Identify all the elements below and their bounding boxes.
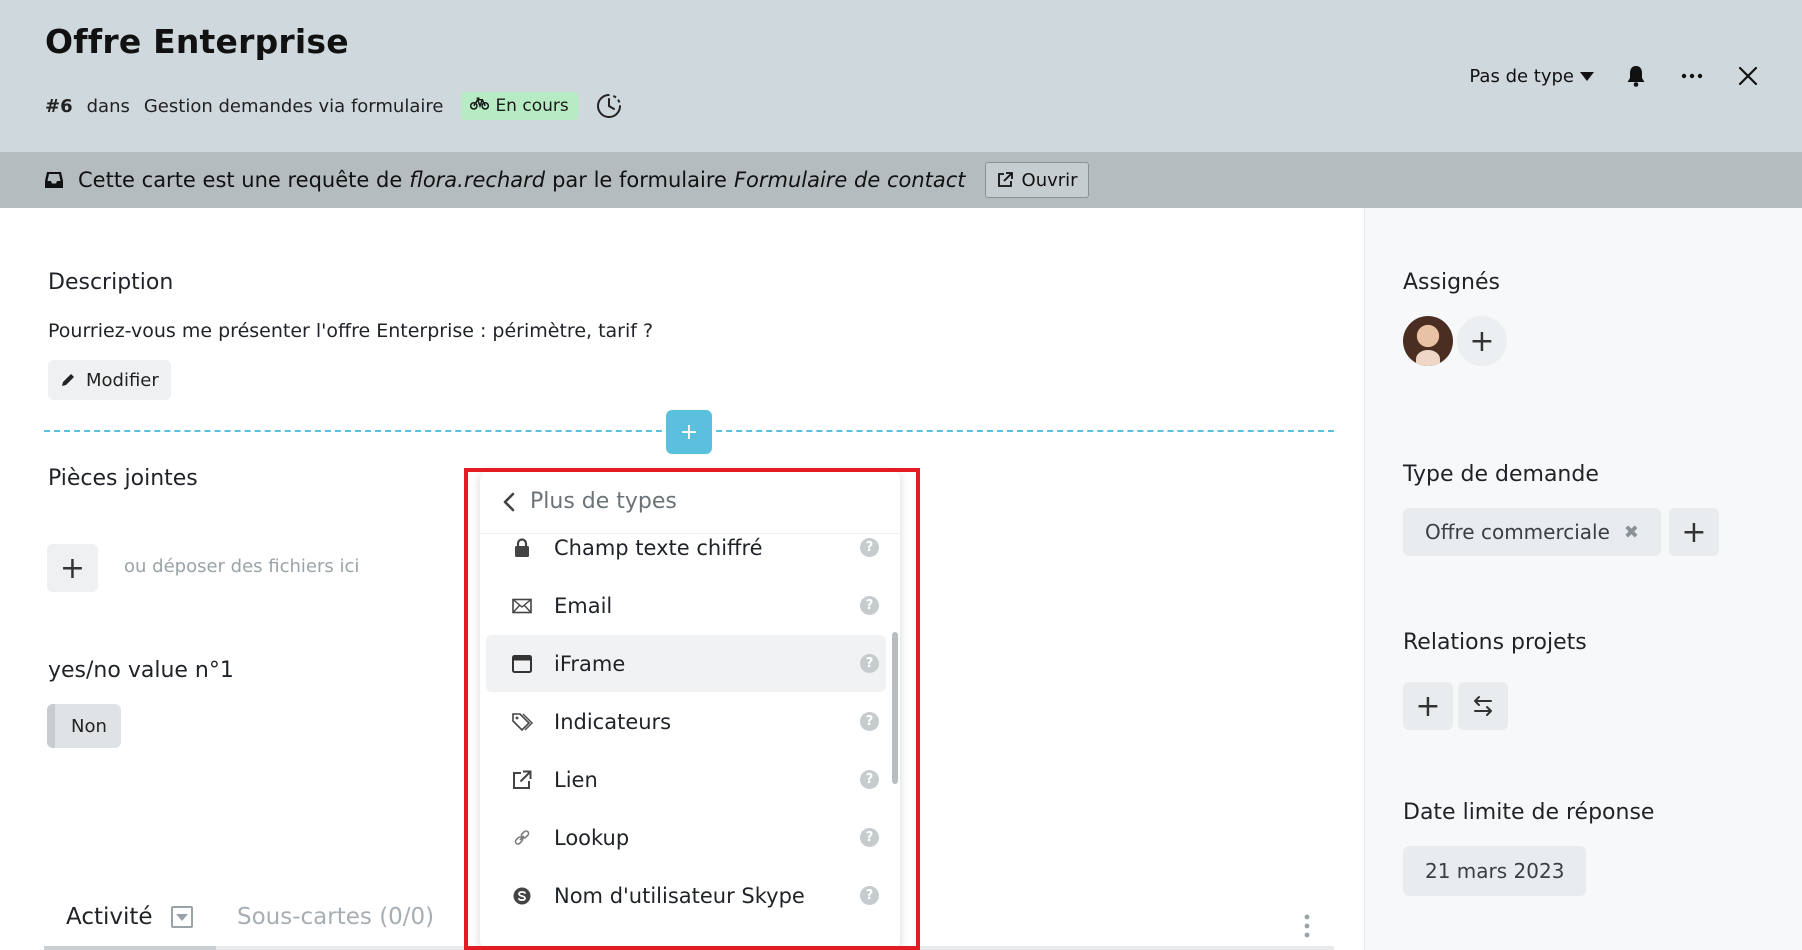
help-icon[interactable]: ? [860,886,879,905]
deadline-title: Date limite de réponse [1403,800,1655,825]
more-vertical-icon[interactable] [1302,912,1312,940]
status-badge[interactable]: En cours [461,92,578,120]
open-form-button[interactable]: Ouvrir [984,162,1089,198]
card-header: Offre Enterprise #6 dans Gestion demande… [0,0,1802,152]
window-icon [510,652,534,676]
attachments-title: Pièces jointes [48,466,198,491]
pencil-icon [62,374,74,386]
help-icon[interactable]: ? [860,828,879,847]
field-type-indicators[interactable]: Indicateurs ? [486,693,886,750]
card-meta: #6 dans Gestion demandes via formulaire … [45,88,624,124]
more-types-back-button[interactable]: Plus de types [480,470,900,534]
external-link-icon [997,172,1013,187]
more-horizontal-icon[interactable] [1678,62,1706,90]
remove-tag-icon[interactable]: ✖ [1624,522,1639,543]
help-icon[interactable]: ? [860,538,879,557]
caret-down-icon [1580,71,1594,81]
help-icon[interactable]: ? [860,770,879,789]
card-type-label: Pas de type [1469,65,1574,87]
field-type-email[interactable]: Email ? [486,577,886,634]
banner-prefix: Cette carte est une requête de [78,168,403,192]
description-text: Pourriez-vous me présenter l'offre Enter… [48,320,654,342]
envelope-icon [510,594,534,618]
arrows-exchange-icon [1474,696,1492,716]
field-type-dropdown: Plus de types Champ texte chiffré ? Emai… [480,470,900,950]
attachments-drop-hint: ou déposer des fichiers ici [124,556,360,577]
banner-middle: par le formulaire [552,168,727,192]
tags-icon [510,710,534,734]
board-link[interactable]: Gestion demandes via formulaire [144,96,444,117]
tab-activity[interactable]: Activité [66,904,193,930]
link-relation-button[interactable] [1458,682,1508,730]
help-icon[interactable]: ? [860,712,879,731]
field-type-lookup[interactable]: Lookup ? [486,809,886,866]
field-type-label: Champ texte chiffré [554,535,763,560]
yes-no-toggle[interactable]: Non [47,704,121,748]
chevron-left-icon [503,492,515,511]
field-type-label: Lien [554,767,598,792]
description-title: Description [48,270,174,295]
toggle-knob [47,704,55,748]
avatar[interactable] [1403,316,1453,366]
yes-no-value: Non [71,715,107,737]
help-icon[interactable]: ? [860,654,879,673]
add-assignee-button[interactable]: + [1457,316,1507,366]
card-sidebar: Assignés + Type de demande Offre commerc… [1364,208,1802,950]
yes-no-field-title: yes/no value n°1 [48,658,234,683]
card-title[interactable]: Offre Enterprise [45,22,349,61]
assignees-title: Assignés [1403,270,1500,295]
field-type-list: Champ texte chiffré ? Email ? iFrame ? I… [480,534,900,950]
skype-icon [510,884,534,908]
close-icon[interactable] [1734,62,1762,90]
tab-subcards[interactable]: Sous-cartes (0/0) [237,904,434,930]
tab-activity-label: Activité [66,904,153,930]
field-type-encrypted-text[interactable]: Champ texte chiffré ? [486,534,886,576]
add-relation-button[interactable]: + [1403,682,1453,730]
field-type-link[interactable]: Lien ? [486,751,886,808]
lock-icon [510,536,534,560]
field-type-label: Nom d'utilisateur Skype [554,883,805,908]
activity-filter-dropdown-icon[interactable] [170,906,193,928]
header-actions: Pas de type [1469,58,1762,94]
field-type-label: Email [554,593,613,618]
history-clock-icon[interactable] [594,91,624,121]
in-label: dans [86,95,130,117]
modify-description-button[interactable]: Modifier [48,360,171,400]
request-type-title: Type de demande [1403,462,1599,487]
add-attachment-button[interactable]: + [47,544,98,592]
field-type-label: iFrame [554,651,626,676]
bell-icon[interactable] [1622,62,1650,90]
field-type-iframe[interactable]: iFrame ? [486,635,886,692]
add-field-button[interactable]: + [666,410,712,454]
bicycle-icon [470,96,490,116]
active-tab-indicator [44,946,216,950]
field-type-label: Indicateurs [554,709,672,734]
banner-form-name: Formulaire de contact [733,168,966,192]
field-type-skype-username[interactable]: Nom d'utilisateur Skype ? [486,867,886,924]
field-type-label: Lookup [554,825,630,850]
inbox-icon [45,172,63,188]
modify-label: Modifier [86,369,159,391]
help-icon[interactable]: ? [860,596,879,615]
open-form-label: Ouvrir [1021,169,1078,191]
status-label: En cours [495,96,569,116]
request-type-chip[interactable]: Offre commerciale ✖ [1403,508,1662,556]
card-number: #6 [45,95,73,117]
more-types-label: Plus de types [530,489,677,514]
project-relations-title: Relations projets [1403,630,1587,655]
add-request-type-button[interactable]: + [1669,508,1719,556]
banner-user: flora.rechard [409,168,546,192]
dropdown-scrollbar[interactable] [892,632,898,784]
external-link-icon [510,768,534,792]
card-type-select[interactable]: Pas de type [1469,66,1594,87]
request-banner: Cette carte est une requête de flora.rec… [0,152,1802,208]
chain-link-icon [510,826,534,850]
request-type-value: Offre commerciale [1425,520,1610,544]
deadline-date-chip[interactable]: 21 mars 2023 [1403,846,1587,896]
